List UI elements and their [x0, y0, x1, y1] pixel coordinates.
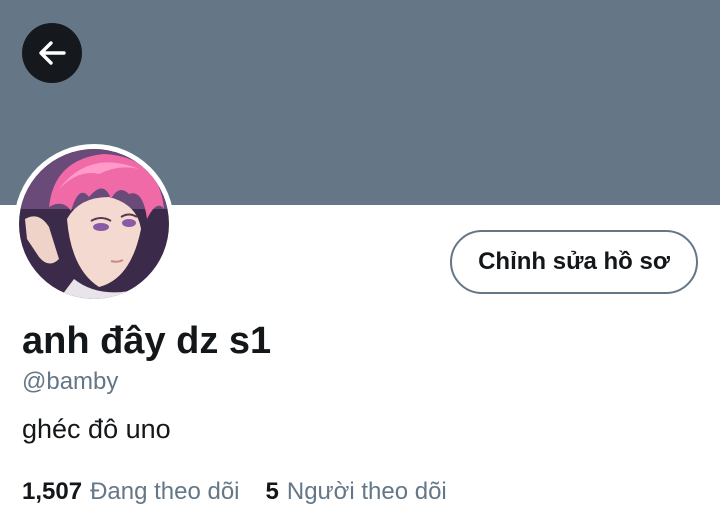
avatar[interactable]	[14, 144, 174, 304]
back-button[interactable]	[22, 23, 82, 83]
following-link[interactable]: 1,507 Đang theo dõi	[22, 478, 240, 506]
arrow-left-icon	[39, 41, 66, 65]
avatar-image	[19, 149, 169, 299]
following-label: Đang theo dõi	[90, 478, 240, 505]
followers-link[interactable]: 5 Người theo dõi	[266, 478, 447, 506]
edit-profile-button[interactable]: Chỉnh sửa hồ sơ	[450, 230, 698, 294]
display-name: anh đây dz s1	[22, 320, 272, 362]
follow-stats: 1,507 Đang theo dõi 5 Người theo dõi	[22, 478, 447, 506]
followers-label: Người theo dõi	[286, 478, 447, 505]
followers-count: 5	[265, 478, 279, 505]
following-count: 1,507	[22, 478, 83, 505]
profile-bio: ghéc đô uno	[22, 414, 171, 444]
username-handle: @bamby	[22, 368, 119, 395]
